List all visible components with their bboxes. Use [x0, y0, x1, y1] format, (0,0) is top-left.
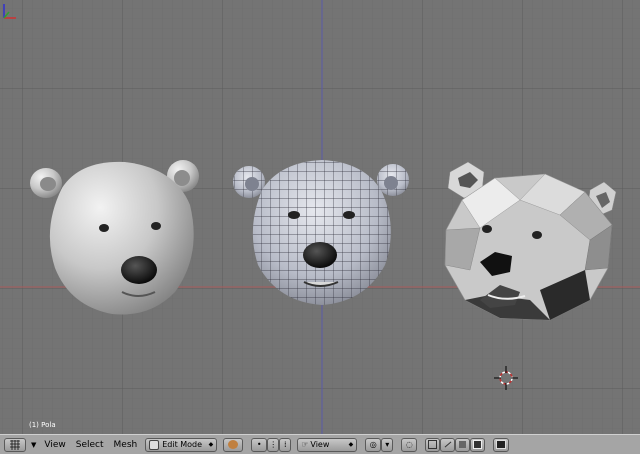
- proportional-icon[interactable]: ◌: [401, 437, 418, 452]
- triangle-down-icon[interactable]: ▼: [31, 441, 36, 449]
- 3d-viewport[interactable]: (1) Pola: [0, 0, 640, 434]
- mode-dropdown[interactable]: Edit Mode ◆: [145, 437, 218, 452]
- chevron-down-icon[interactable]: ▾: [381, 437, 394, 452]
- render-icon[interactable]: [493, 437, 510, 452]
- dot-icon[interactable]: •: [251, 437, 268, 452]
- menu-view[interactable]: View: [44, 440, 65, 450]
- viewport-header: ▼ View Select Mesh Edit Mode ◆ • ⋮ ⁞ ☞ V…: [0, 434, 640, 454]
- menu-mesh[interactable]: Mesh: [114, 440, 138, 450]
- chevron-updown-icon: ◆: [208, 441, 214, 448]
- draw-type-button[interactable]: [223, 437, 244, 452]
- face-select-icon[interactable]: [455, 437, 471, 452]
- mode-label: Edit Mode: [162, 440, 203, 449]
- bear-mesh-icon: [228, 440, 239, 449]
- chevron-updown-icon: ◆: [348, 441, 354, 448]
- view-dropdown[interactable]: ☞ View ◆: [297, 437, 358, 452]
- view-dropdown-label: View: [310, 440, 330, 449]
- occlude-icon[interactable]: [470, 437, 486, 452]
- dots-icon[interactable]: ⋮: [267, 437, 280, 452]
- menu-select[interactable]: Select: [76, 440, 104, 450]
- object-name-label: (1) Pola: [29, 421, 56, 429]
- viewport-canvas: [0, 0, 640, 434]
- dots-grid-icon[interactable]: ⁞: [279, 437, 292, 452]
- grid-icon[interactable]: [4, 437, 26, 452]
- vertex-select-icon[interactable]: [425, 437, 441, 452]
- bear-mesh-icon: [149, 439, 160, 450]
- snap-icon[interactable]: ◎: [365, 437, 382, 452]
- edge-select-icon[interactable]: [440, 437, 456, 452]
- hand-icon: ☞: [301, 440, 309, 449]
- axes-gizmo-icon: [3, 4, 16, 19]
